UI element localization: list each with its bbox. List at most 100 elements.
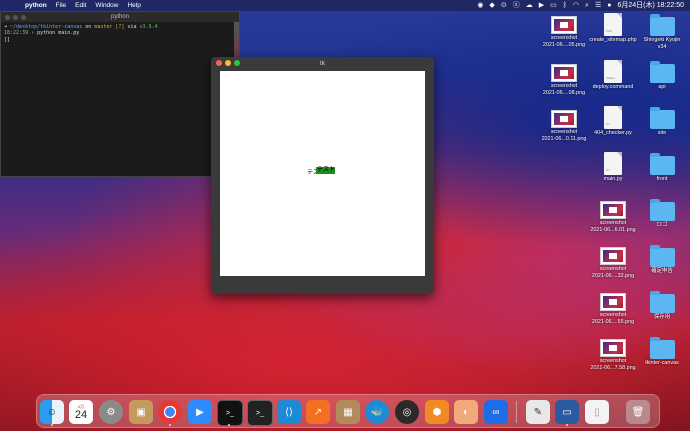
- minimize-button[interactable]: [13, 15, 18, 20]
- battery-icon[interactable]: ▭: [550, 0, 557, 11]
- desktop-file-screenshot[interactable]: screenshot 2021-06...6.01.png: [585, 201, 641, 233]
- desktop-folder-tkinter-canvas[interactable]: tkinter-canvas: [634, 337, 690, 367]
- python-file-icon: PY: [604, 152, 622, 175]
- preview-icon[interactable]: ◐: [454, 400, 478, 424]
- desktop-folder-shingeki[interactable]: Shingeki Kyojin v34: [634, 14, 690, 50]
- menu-file[interactable]: File: [56, 2, 66, 9]
- folder-label: site: [657, 130, 667, 136]
- archive-icon[interactable]: ▦: [336, 400, 360, 424]
- media-icon[interactable]: ▶: [539, 0, 544, 11]
- image-file-icon: [551, 110, 577, 128]
- file-label: main.py: [603, 176, 623, 182]
- cloud-icon[interactable]: ☁: [526, 0, 533, 11]
- folder-label: tkinter-canvas: [645, 360, 679, 366]
- dropbox-icon[interactable]: ◆: [489, 0, 494, 11]
- desktop-file-deploy[interactable]: SHELL deploy.command: [585, 60, 641, 91]
- vscode-icon[interactable]: ⟨⟩: [277, 400, 301, 424]
- menu-window[interactable]: Window: [95, 2, 118, 9]
- monitor-icon[interactable]: ↗: [306, 400, 330, 424]
- docker-icon[interactable]: 🐳: [365, 400, 389, 424]
- iterm-icon[interactable]: >_: [247, 400, 273, 426]
- bluetooth-icon[interactable]: ᛒ: [563, 0, 567, 11]
- infinity-icon[interactable]: ∞: [484, 400, 508, 424]
- tk-canvas[interactable]: テスト テスト: [220, 71, 425, 276]
- status-area: ◉ ◆ ⊙ ⓢ ☁ ▶ ▭ ᛒ ◠ ⌕ ☰ ● 6月24日(木) 18:22:5…: [477, 0, 690, 11]
- desktop-folder-api[interactable]: api: [634, 61, 690, 91]
- menu-clock[interactable]: 6月24日(木) 18:22:50: [617, 0, 684, 11]
- desktop-file-screenshot[interactable]: screenshot 2021-06....08.png: [536, 64, 592, 96]
- desktop-folder-front[interactable]: front: [634, 153, 690, 183]
- folder-icon: [649, 199, 675, 221]
- command-line: › python main.py: [28, 30, 80, 37]
- desktop-file-screenshot[interactable]: screenshot 2021-06...7.58.png: [585, 339, 641, 371]
- folder-icon: [649, 153, 675, 175]
- folder-icon: [649, 291, 675, 313]
- tk-window[interactable]: tk テスト テスト: [211, 57, 434, 294]
- image-file-icon: [600, 339, 626, 357]
- prompt-via: via: [124, 24, 140, 30]
- record-icon[interactable]: ◉: [477, 0, 483, 11]
- dock: ☺ 6月 24 ⚙ ▣ ▶ >_ >_ ⟨⟩ ↗ ▦ 🐳 ◎ ⬢ ◐ ∞ ✎ ▭…: [36, 394, 660, 428]
- terminal-content[interactable]: ➜ ~/desktop/tkinter-canvas on master [?]…: [1, 22, 239, 45]
- search-icon[interactable]: ⌕: [585, 0, 589, 11]
- folder-icon: [649, 107, 675, 129]
- siri-icon[interactable]: ●: [607, 0, 611, 11]
- keka-icon[interactable]: ▣: [129, 400, 153, 424]
- calendar-icon[interactable]: 6月 24: [69, 400, 93, 424]
- shell-file-icon: SHELL: [604, 60, 622, 83]
- tk-titlebar[interactable]: tk: [211, 57, 434, 69]
- desktop-folder-logo[interactable]: ロゴ: [634, 199, 690, 229]
- finder-icon[interactable]: ☺: [40, 400, 64, 424]
- control-center-icon[interactable]: ☰: [595, 0, 601, 11]
- terminal-icon[interactable]: >_: [217, 400, 243, 426]
- chrome-icon[interactable]: [158, 400, 182, 424]
- prompt-on: on: [82, 24, 95, 30]
- close-button[interactable]: [216, 60, 222, 66]
- menu-edit[interactable]: Edit: [75, 2, 86, 9]
- tk-title: tk: [319, 59, 326, 67]
- textedit-icon[interactable]: ✎: [526, 400, 550, 424]
- folder-icon: [649, 14, 675, 36]
- prompt-path: ~/desktop/tkinter-canvas: [10, 24, 83, 30]
- screenshot-icon[interactable]: ▭: [555, 400, 579, 424]
- menu-help[interactable]: Help: [127, 2, 140, 9]
- desktop-folder-archive[interactable]: 保存用: [634, 291, 690, 321]
- settings-icon[interactable]: ⊙: [501, 0, 507, 11]
- menu-app-name[interactable]: python: [25, 2, 47, 9]
- desktop-file-screenshot[interactable]: screenshot 2021-06....32.png: [585, 247, 641, 279]
- zoom-icon[interactable]: ▶: [188, 400, 212, 424]
- image-file-icon: [600, 247, 626, 265]
- image-file-icon: [600, 293, 626, 311]
- system-preferences-icon[interactable]: ⚙: [99, 400, 123, 424]
- desktop-file-screenshot[interactable]: screenshot 2021-06....55.png: [585, 293, 641, 325]
- desktop-file-screenshot[interactable]: screenshot 2021-06...0.11.png: [536, 110, 592, 142]
- desktop-file-main-py[interactable]: PY main.py: [585, 152, 641, 183]
- terminal-title: python: [110, 14, 129, 20]
- file-label: screenshot 2021-06....55.png: [591, 312, 635, 325]
- desktop-file-screenshot[interactable]: screenshot 2021-06....05.png: [536, 16, 592, 48]
- folder-label: ロゴ: [656, 222, 668, 228]
- desktop-folder-site[interactable]: site: [634, 107, 690, 137]
- close-button[interactable]: [5, 15, 10, 20]
- sourcetree-icon[interactable]: ⬢: [425, 400, 449, 424]
- minimize-button[interactable]: [225, 60, 231, 66]
- terminal-window[interactable]: python ➜ ~/desktop/tkinter-canvas on mas…: [0, 11, 240, 177]
- folder-label: 確定申告: [651, 268, 673, 274]
- prompt-version: v3.9.4: [139, 24, 158, 30]
- desktop-folder-tax[interactable]: 確定申告: [634, 245, 690, 275]
- quicktime-icon[interactable]: ◎: [395, 400, 419, 424]
- trash-icon[interactable]: 🗑: [626, 400, 650, 424]
- desktop-file-404-checker[interactable]: PY 404_checker.py: [585, 106, 641, 137]
- terminal-titlebar[interactable]: python: [1, 12, 239, 22]
- wifi-icon[interactable]: ◠: [573, 0, 579, 11]
- canvas-text-green: テスト: [316, 167, 336, 174]
- desktop-file-create-sitemap[interactable]: PHP create_sitemap.php: [585, 13, 641, 44]
- shazam-icon[interactable]: ⓢ: [513, 0, 520, 11]
- file-label: deploy.command: [592, 84, 634, 90]
- zoom-button[interactable]: [234, 60, 240, 66]
- php-file-icon: PHP: [604, 13, 622, 36]
- zoom-button[interactable]: [21, 15, 26, 20]
- folder-label: Shingeki Kyojin v34: [643, 37, 681, 50]
- file-label: screenshot 2021-06...7.58.png: [590, 358, 636, 371]
- document-icon[interactable]: ▯: [585, 400, 609, 424]
